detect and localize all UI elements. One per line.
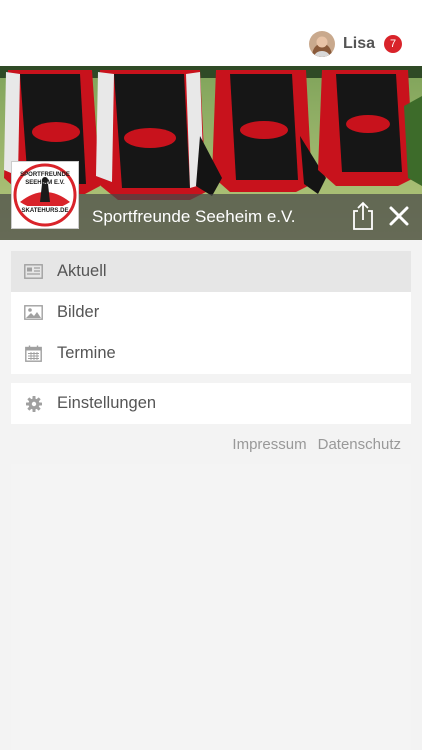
calendar-icon — [24, 345, 43, 363]
settings-menu: Einstellungen — [11, 383, 411, 424]
close-button[interactable] — [388, 205, 410, 227]
datenschutz-link[interactable]: Datenschutz — [318, 436, 401, 453]
menu-item-label: Einstellungen — [57, 394, 157, 412]
club-logo-image: SPORTFREUNDE SEEHEIM E.V. SKATEHURS.DE — [13, 163, 77, 227]
news-icon — [24, 263, 43, 281]
menu-item-aktuell[interactable]: Aktuell — [11, 251, 411, 292]
footer-links: Impressum Datenschutz — [232, 436, 401, 453]
close-icon — [389, 206, 409, 226]
user-name[interactable]: Lisa — [343, 35, 375, 53]
menu-item-bilder[interactable]: Bilder — [11, 292, 411, 333]
logo-line-1: SPORTFREUNDE — [20, 172, 70, 178]
club-banner: Sportfreunde Seeheim e.V. SPORTFREUNDE S… — [0, 66, 422, 240]
menu-item-label: Termine — [57, 344, 116, 362]
club-logo: SPORTFREUNDE SEEHEIM E.V. SKATEHURS.DE — [11, 161, 79, 229]
logo-line-2: SEEHEIM E.V. — [25, 180, 65, 186]
impressum-link[interactable]: Impressum — [232, 436, 306, 453]
share-button[interactable] — [349, 201, 377, 231]
menu-item-label: Aktuell — [57, 262, 107, 280]
user-account[interactable]: Lisa 7 — [308, 30, 402, 58]
content-area — [11, 464, 411, 750]
user-avatar[interactable] — [308, 31, 335, 57]
gear-icon — [24, 395, 43, 413]
menu-item-einstellungen[interactable]: Einstellungen — [11, 383, 411, 424]
club-name: Sportfreunde Seeheim e.V. — [92, 207, 296, 226]
logo-line-3: SKATEHURS.DE — [22, 208, 69, 214]
notification-badge[interactable]: 7 — [384, 35, 402, 53]
share-icon — [353, 201, 373, 230]
top-bar: Lisa 7 — [0, 0, 422, 66]
main-menu: Aktuell Bilder Termine — [11, 251, 411, 374]
menu-item-label: Bilder — [57, 303, 100, 321]
image-icon — [24, 304, 43, 322]
menu-item-termine[interactable]: Termine — [11, 333, 411, 374]
